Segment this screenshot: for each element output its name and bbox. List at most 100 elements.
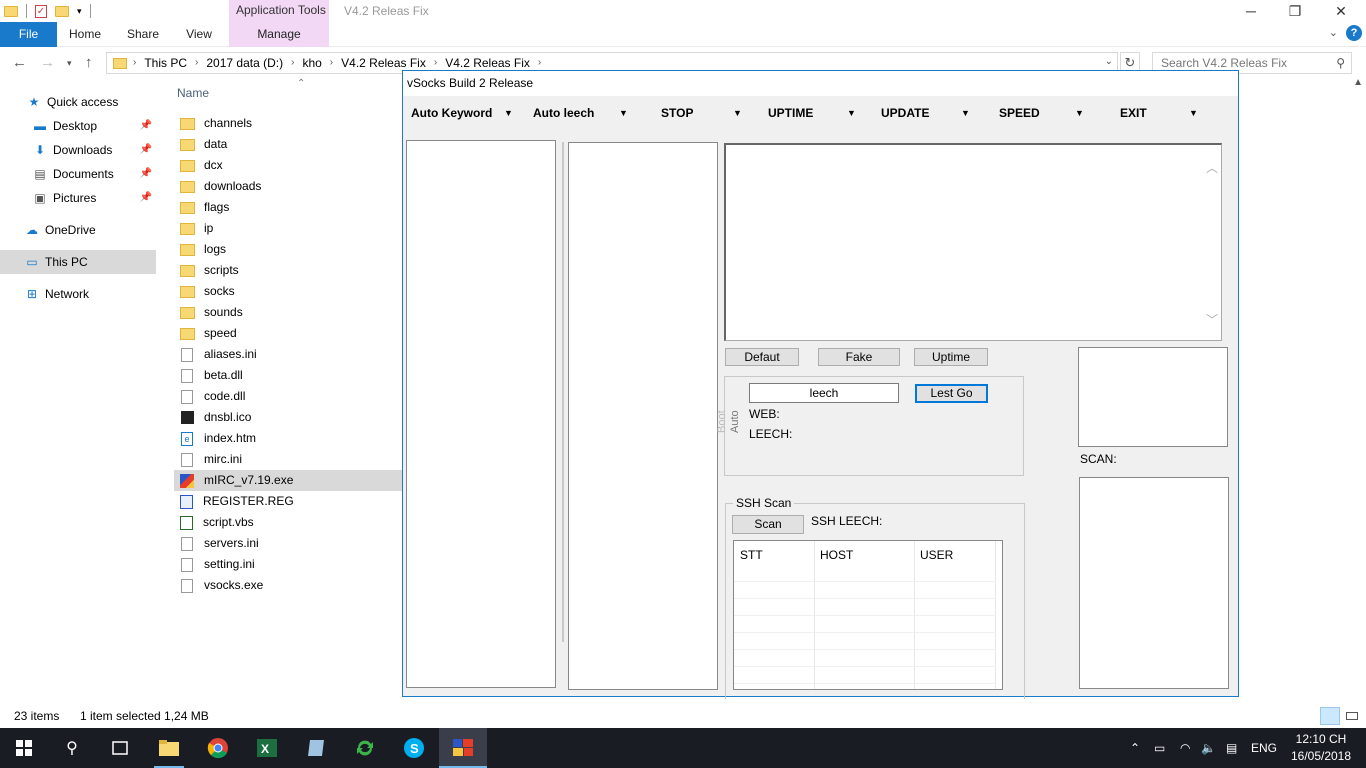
nav-onedrive[interactable]: ☁ OneDrive — [0, 218, 156, 242]
notifications-icon[interactable]: ▤ — [1226, 728, 1237, 768]
file-row[interactable]: socks — [174, 281, 402, 302]
nav-desktop[interactable]: ▬ Desktop 📌 — [0, 114, 156, 138]
minimize-icon[interactable]: ─ — [1228, 0, 1274, 22]
file-row[interactable]: channels — [174, 113, 402, 134]
search-icon[interactable]: ⚲ — [48, 728, 96, 768]
keyword-listbox[interactable] — [406, 140, 556, 688]
nav-this-pc[interactable]: ▭ This PC — [0, 250, 156, 274]
sort-up-icon[interactable]: ⌃ — [297, 78, 305, 89]
file-row[interactable]: dcx — [174, 155, 402, 176]
chevron-down-icon[interactable]: ▼ — [847, 96, 856, 130]
scan-button[interactable]: Scan — [732, 515, 804, 534]
pin-icon[interactable]: 📌 — [140, 186, 152, 210]
tray-overflow-icon[interactable]: ⌃ — [1130, 728, 1140, 768]
pin-icon[interactable]: 📌 — [140, 138, 152, 162]
chevron-down-icon[interactable]: ▼ — [1189, 96, 1198, 130]
tab-share[interactable]: Share — [118, 22, 168, 47]
pin-icon[interactable]: 📌 — [140, 114, 152, 138]
file-row[interactable]: REGISTER.REG — [174, 491, 402, 512]
file-row[interactable]: vsocks.exe — [174, 575, 402, 596]
input-language[interactable]: ENG — [1251, 728, 1277, 768]
skype-icon[interactable]: S — [390, 728, 438, 768]
scroll-up-icon[interactable]: ▲ — [1353, 77, 1363, 88]
breadcrumb-kho[interactable]: kho — [302, 53, 321, 73]
chevron-down-icon[interactable]: ▼ — [961, 96, 970, 130]
scroll-up-icon[interactable]: ︿ — [1206, 159, 1218, 176]
file-row[interactable]: flags — [174, 197, 402, 218]
new-folder-icon[interactable] — [55, 5, 69, 17]
column-header-host[interactable]: HOST — [814, 541, 853, 571]
fake-button[interactable]: Fake — [818, 348, 900, 366]
nav-quick-access[interactable]: ★ Quick access — [0, 90, 156, 114]
nav-downloads[interactable]: ⬇ Downloads 📌 — [0, 138, 156, 162]
file-row[interactable]: sounds — [174, 302, 402, 323]
chevron-right-icon[interactable]: › — [195, 53, 198, 73]
menu-stop[interactable]: STOP — [661, 96, 693, 130]
menu-exit[interactable]: EXIT — [1120, 96, 1147, 130]
menu-auto-leech[interactable]: Auto leech — [533, 96, 594, 130]
nav-documents[interactable]: ▤ Documents 📌 — [0, 162, 156, 186]
column-header-name[interactable]: Name — [177, 86, 209, 100]
lest-go-button[interactable]: Lest Go — [915, 384, 988, 403]
notes-app-icon[interactable] — [292, 728, 340, 768]
file-row[interactable]: ip — [174, 218, 402, 239]
battery-icon[interactable]: ▭ — [1154, 728, 1165, 768]
file-row[interactable]: speed — [174, 323, 402, 344]
file-row[interactable]: setting.ini — [174, 554, 402, 575]
nav-pictures[interactable]: ▣ Pictures 📌 — [0, 186, 156, 210]
file-row[interactable]: dnsbl.ico — [174, 407, 402, 428]
expand-ribbon-icon[interactable]: ⌄ — [1329, 26, 1338, 39]
file-row[interactable]: e index.htm — [174, 428, 402, 449]
file-row[interactable]: aliases.ini — [174, 344, 402, 365]
file-row[interactable]: mirc.ini — [174, 449, 402, 470]
file-explorer-icon[interactable] — [145, 728, 193, 768]
log-textarea[interactable]: ︿ ﹀ — [724, 143, 1222, 341]
scan-result-box[interactable] — [1078, 347, 1228, 447]
breadcrumb-drive[interactable]: 2017 data (D:) — [206, 53, 283, 73]
task-view-icon[interactable] — [96, 728, 144, 768]
mirc-taskbar-icon[interactable] — [439, 728, 487, 768]
file-row[interactable]: script.vbs — [174, 512, 402, 533]
file-row[interactable]: servers.ini — [174, 533, 402, 554]
wifi-icon[interactable]: ◠ — [1180, 728, 1190, 768]
properties-icon[interactable]: ✓ — [35, 4, 47, 18]
chevron-down-icon[interactable]: ▼ — [504, 96, 513, 130]
menu-auto-keyword[interactable]: Auto Keyword — [411, 96, 492, 130]
menu-update[interactable]: UPDATE — [881, 96, 929, 130]
address-dropdown-icon[interactable]: ⌄ — [1105, 56, 1113, 67]
chevron-right-icon[interactable]: › — [133, 53, 136, 73]
file-row[interactable]: beta.dll — [174, 365, 402, 386]
tab-home[interactable]: Home — [60, 22, 110, 47]
up-icon[interactable]: ↑ — [85, 54, 93, 71]
file-row[interactable]: logs — [174, 239, 402, 260]
file-row[interactable]: code.dll — [174, 386, 402, 407]
excel-icon[interactable]: X — [243, 728, 291, 768]
chevron-right-icon[interactable]: › — [291, 53, 294, 73]
defaut-button[interactable]: Defaut — [725, 348, 799, 366]
recent-locations-icon[interactable]: ▾ — [67, 58, 72, 69]
file-row[interactable]: downloads — [174, 176, 402, 197]
splitter[interactable] — [562, 142, 564, 642]
menu-speed[interactable]: SPEED — [999, 96, 1040, 130]
help-icon[interactable]: ? — [1346, 25, 1362, 41]
uptime-button[interactable]: Uptime — [914, 348, 988, 366]
tab-view[interactable]: View — [175, 22, 223, 47]
large-icons-view-icon[interactable] — [1342, 707, 1362, 725]
tab-manage[interactable]: Manage — [229, 22, 329, 47]
start-icon[interactable] — [0, 728, 48, 768]
clock[interactable]: 12:10 CH 16/05/2018 — [1286, 731, 1356, 765]
chevron-down-icon[interactable]: ▼ — [733, 96, 742, 130]
close-icon[interactable]: ✕ — [1318, 0, 1364, 22]
back-icon[interactable]: ← — [12, 54, 27, 71]
tab-file[interactable]: File — [0, 22, 57, 47]
sync-app-icon[interactable] — [341, 728, 389, 768]
chevron-down-icon[interactable]: ▼ — [1075, 96, 1084, 130]
restore-icon[interactable]: ❐ — [1272, 0, 1318, 22]
menu-uptime[interactable]: UPTIME — [768, 96, 813, 130]
nav-network[interactable]: ⊞ Network — [0, 282, 156, 306]
column-header-stt[interactable]: STT — [734, 541, 763, 571]
file-row[interactable]: mIRC_v7.19.exe — [174, 470, 402, 491]
scroll-down-icon[interactable]: ﹀ — [1206, 311, 1218, 328]
column-header-user[interactable]: USER — [914, 541, 953, 571]
file-row[interactable]: scripts — [174, 260, 402, 281]
